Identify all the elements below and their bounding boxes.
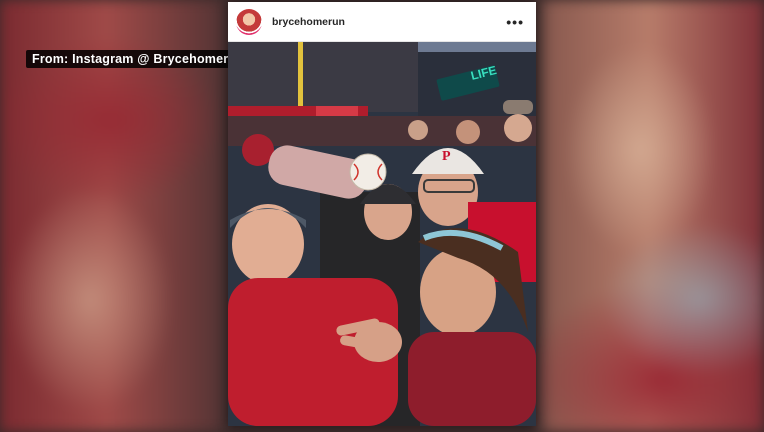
post-username[interactable]: brycehomerun [272,16,502,28]
source-caption: From: Instagram @ Brycehomerun [26,50,250,68]
baseball [349,153,387,191]
instagram-post-card: brycehomerun ••• LIFE P [228,2,536,426]
more-options-icon[interactable]: ••• [502,14,528,30]
profile-avatar[interactable] [236,8,262,35]
post-photo: LIFE P [228,42,536,426]
svg-text:P: P [442,149,451,164]
post-header: brycehomerun ••• [228,2,536,42]
